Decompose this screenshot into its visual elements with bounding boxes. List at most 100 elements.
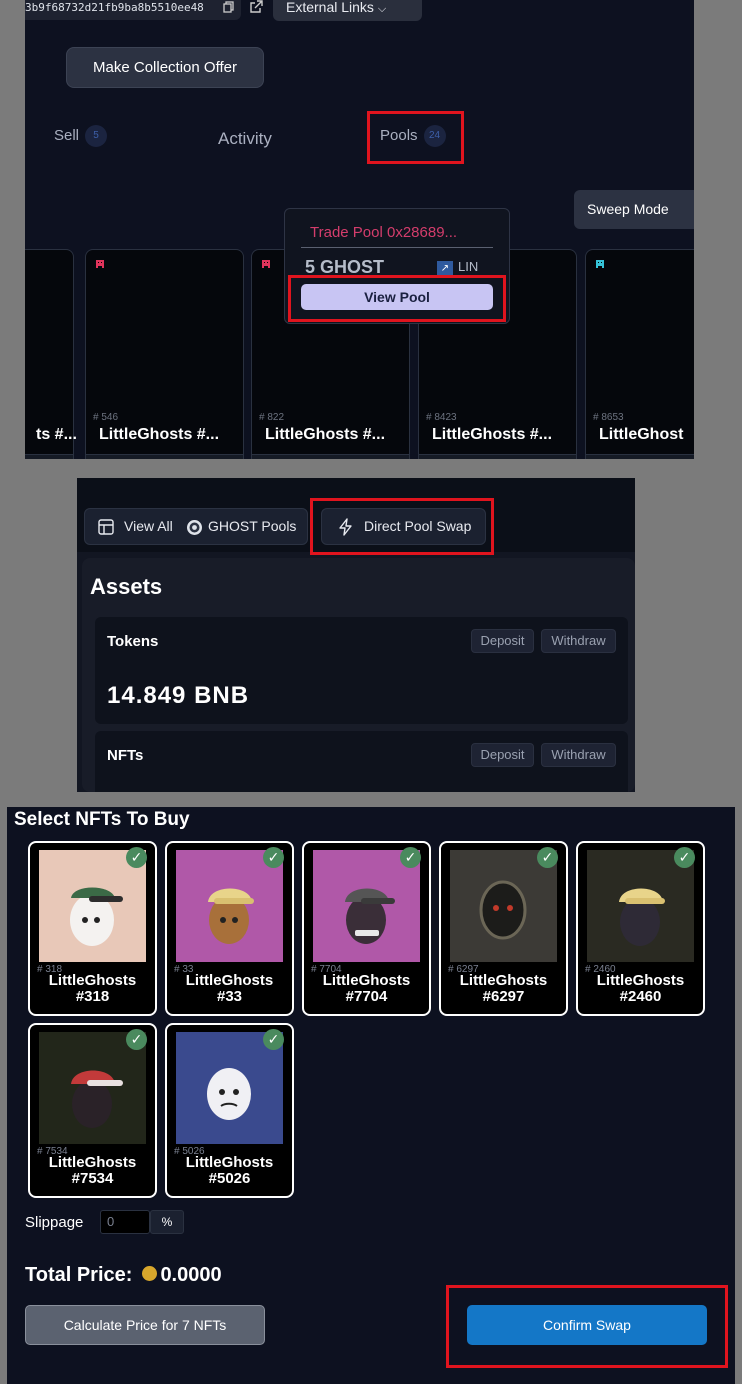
nft-name-text: LittleGhosts <box>185 1154 274 1171</box>
nft-name-text: LittleGhosts <box>48 972 137 989</box>
nft-select-card[interactable]: ✓ # 6297 LittleGhosts #6297 <box>439 841 568 1016</box>
check-icon: ✓ <box>126 1029 147 1050</box>
nft-name-text: LittleGhosts <box>48 1154 137 1171</box>
nft-card-number: # 8423 <box>426 412 457 423</box>
nft-card-footer <box>586 454 694 459</box>
collection-panel: 3b9f68732d21fb9ba8b5510ee48 External Lin… <box>25 0 694 459</box>
pool-pricing-label: LIN <box>458 259 479 274</box>
external-links-dropdown[interactable]: External Links ⌵ <box>273 0 422 21</box>
tokens-withdraw-button[interactable]: Withdraw <box>541 629 616 653</box>
nft-name-text: LittleGhosts <box>596 972 685 989</box>
ghost-logo-icon <box>187 520 202 535</box>
nft-id-text: #33 <box>216 988 243 1005</box>
nft-select-card[interactable]: ✓ # 318 LittleGhosts #318 <box>28 841 157 1016</box>
nft-name-text: LittleGhosts <box>459 972 548 989</box>
nft-name: LittleGhosts #7704 <box>304 973 429 1005</box>
table-icon <box>98 519 114 535</box>
nft-name: LittleGhosts #7534 <box>30 1155 155 1187</box>
nft-id-text: #7534 <box>71 1170 114 1187</box>
ghost-icon <box>262 260 270 268</box>
check-icon: ✓ <box>126 847 147 868</box>
calculate-price-button[interactable]: Calculate Price for 7 NFTs <box>25 1305 265 1345</box>
tab-sell-count: 5 <box>85 125 108 147</box>
nft-select-card[interactable]: ✓ # 5026 LittleGhosts #5026 <box>165 1023 294 1198</box>
external-links-label: External Links <box>286 0 374 15</box>
total-price-value: 0.0000 <box>160 1264 222 1286</box>
nft-card-name: LittleGhost <box>599 426 684 443</box>
nft-select-card[interactable]: ✓ # 7704 LittleGhosts #7704 <box>302 841 431 1016</box>
nft-name: LittleGhosts #6297 <box>441 973 566 1005</box>
contract-address-text: 3b9f68732d21fb9ba8b5510ee48 <box>25 1 204 14</box>
nft-image <box>176 850 283 962</box>
token-balance: 14.849 BNB <box>107 682 250 709</box>
nft-image <box>313 850 420 962</box>
view-all-ghost-pools-button[interactable]: View All GHOST Pools <box>84 508 308 545</box>
highlight-direct-pool-swap <box>310 498 494 555</box>
select-nfts-panel: Select NFTs To Buy ✓ # 318 LittleGhosts #… <box>7 807 735 1384</box>
nft-name-text: LittleGhosts <box>322 972 411 989</box>
nft-card-footer <box>419 454 576 459</box>
contract-address: 3b9f68732d21fb9ba8b5510ee48 <box>25 0 241 20</box>
nft-id-text: #7704 <box>345 988 388 1005</box>
tokens-deposit-button[interactable]: Deposit <box>471 629 534 653</box>
nft-card-number: # 8653 <box>593 412 624 423</box>
check-icon: ✓ <box>263 1029 284 1050</box>
nfts-label: NFTs <box>107 747 144 764</box>
nft-image <box>39 1032 146 1144</box>
slippage-unit: % <box>150 1210 184 1234</box>
highlight-view-pool <box>288 275 506 322</box>
nft-card-name: LittleGhosts #... <box>99 426 220 443</box>
select-nfts-title: Select NFTs To Buy <box>14 809 190 830</box>
check-icon: ✓ <box>263 847 284 868</box>
ghost-pools-label: GHOST Pools <box>208 518 297 534</box>
check-icon: ✓ <box>537 847 558 868</box>
nft-card[interactable]: # 546 LittleGhosts #... <box>85 249 244 459</box>
nfts-card: NFTs Deposit Withdraw <box>95 731 628 792</box>
nft-id-text: #6297 <box>482 988 525 1005</box>
external-link-icon[interactable] <box>249 0 263 14</box>
tab-sell[interactable]: Sell 5 <box>54 125 108 147</box>
nft-card-name: LittleGhosts #... <box>432 426 553 443</box>
nft-card[interactable]: # 8653 LittleGhost <box>585 249 694 459</box>
highlight-pools-tab <box>367 111 464 164</box>
nft-image <box>587 850 694 962</box>
nft-card-number: # 546 <box>93 412 119 423</box>
assets-title: Assets <box>90 574 163 599</box>
nft-select-card[interactable]: ✓ # 7534 LittleGhosts #7534 <box>28 1023 157 1198</box>
nft-card-name: ts #... <box>36 426 77 443</box>
tab-sell-label: Sell <box>54 126 80 144</box>
nft-card-footer <box>25 454 73 459</box>
chevron-down-icon: ⌵ <box>377 3 387 15</box>
nft-card-footer <box>86 454 243 459</box>
slippage-label: Slippage <box>25 1214 84 1231</box>
tab-activity[interactable]: Activity <box>218 129 272 149</box>
nft-card-name: LittleGhosts #... <box>265 426 386 443</box>
copy-icon[interactable] <box>223 1 235 13</box>
nft-select-card[interactable]: ✓ # 2460 LittleGhosts #2460 <box>576 841 705 1016</box>
nft-id-text: #5026 <box>208 1170 251 1187</box>
ghost-icon <box>596 260 604 268</box>
check-icon: ✓ <box>400 847 421 868</box>
nft-card-number: # 822 <box>259 412 285 423</box>
total-price-label: Total Price: <box>25 1264 133 1286</box>
nft-name: LittleGhosts #5026 <box>167 1155 292 1187</box>
nft-card[interactable]: ts #... <box>25 249 77 459</box>
nft-name-text: LittleGhosts <box>185 972 274 989</box>
nft-image <box>39 850 146 962</box>
nft-select-card[interactable]: ✓ # 33 LittleGhosts #33 <box>165 841 294 1016</box>
nft-name: LittleGhosts #318 <box>30 973 155 1005</box>
divider <box>301 247 493 248</box>
pool-tooltip-title[interactable]: Trade Pool 0x28689... <box>310 224 457 241</box>
nfts-deposit-button[interactable]: Deposit <box>471 743 534 767</box>
pool-assets-panel: View All GHOST Pools Direct Pool Swap As… <box>77 478 635 792</box>
nft-name: LittleGhosts #2460 <box>578 973 703 1005</box>
ghost-icon <box>96 260 104 268</box>
nfts-withdraw-button[interactable]: Withdraw <box>541 743 616 767</box>
nft-image <box>450 850 557 962</box>
tokens-label: Tokens <box>107 633 159 650</box>
check-icon: ✓ <box>674 847 695 868</box>
make-collection-offer-button[interactable]: Make Collection Offer <box>66 47 264 88</box>
slippage-input[interactable]: 0 <box>100 1210 150 1234</box>
sweep-mode-button[interactable]: Sweep Mode <box>574 190 694 229</box>
bnb-coin-icon <box>142 1266 158 1282</box>
